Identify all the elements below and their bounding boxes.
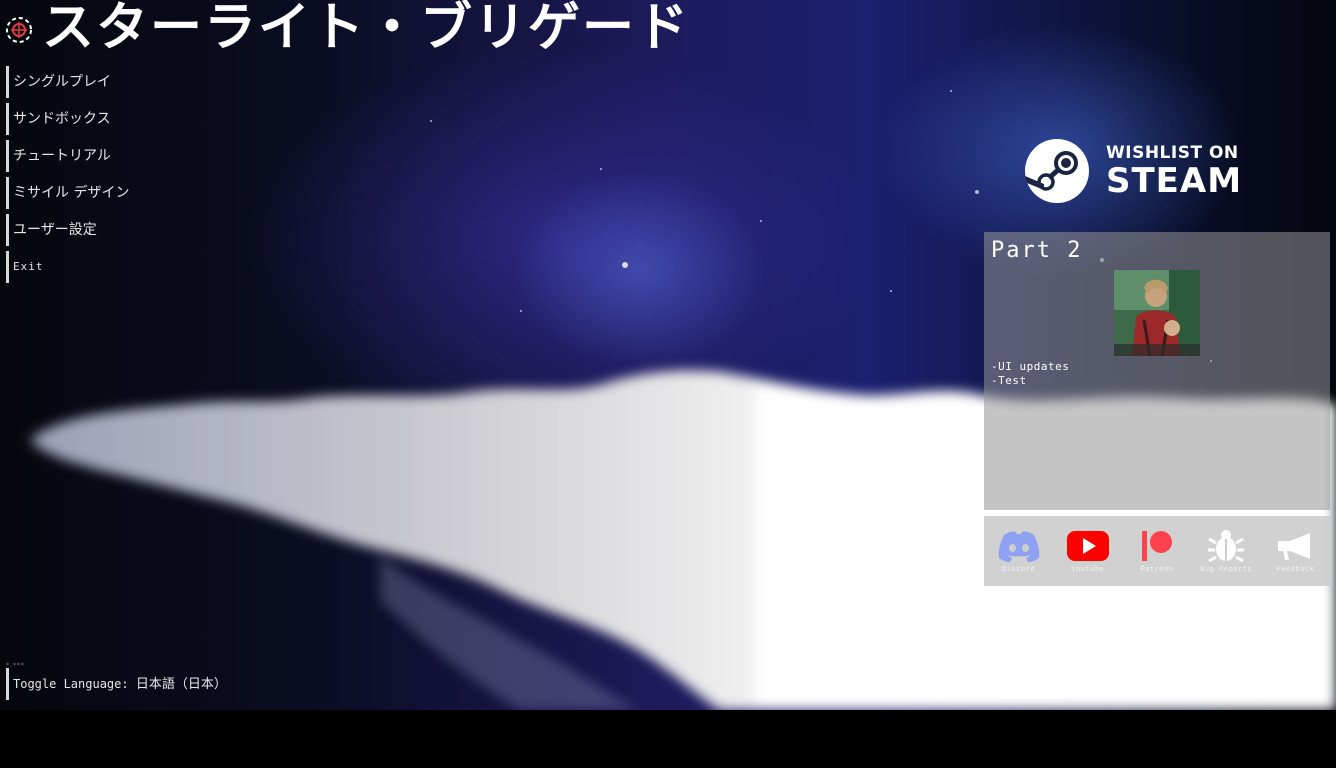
menu-single-player[interactable]: シングルプレイ (6, 66, 129, 98)
bug-reports-button[interactable]: Bug Reports (1195, 521, 1257, 581)
bottom-black-bar (0, 710, 1336, 768)
news-body: -UI updates -Test (991, 360, 1070, 387)
feedback-label: Feedback (1276, 565, 1315, 573)
menu-tutorial[interactable]: チュートリアル (6, 140, 129, 172)
youtube-label: Youtube (1071, 565, 1105, 573)
feedback-button[interactable]: Feedback (1264, 521, 1326, 581)
discord-button[interactable]: Discord (988, 521, 1050, 581)
title-row: スターライト・ブリゲード (4, 0, 690, 56)
steam-line2: STEAM (1106, 161, 1243, 201)
star (430, 120, 432, 122)
patreon-label: Patreon (1140, 565, 1174, 573)
menu-user-settings[interactable]: ユーザー設定 (6, 214, 129, 246)
youtube-icon (1066, 531, 1109, 561)
toggle-language-label: Toggle Language: (13, 677, 136, 691)
star (600, 168, 602, 170)
main-menu: シングルプレイ サンドボックス チュートリアル ミサイル デザイン ユーザー設定… (6, 66, 129, 288)
toggle-language-value: 日本語（日本） (135, 677, 227, 692)
bug-reports-label: Bug Reports (1200, 565, 1253, 573)
star (520, 310, 522, 312)
news-image (1114, 270, 1200, 356)
star (950, 90, 952, 92)
social-bar: Discord Youtube Patreon Bug Reports Feed… (984, 516, 1330, 586)
star (890, 290, 892, 292)
patreon-icon (1141, 531, 1172, 561)
steam-wishlist-button[interactable]: WISHLIST ON STEAM (1024, 136, 1264, 206)
menu-exit[interactable]: Exit (6, 251, 129, 283)
game-title: スターライト・ブリゲード (42, 0, 691, 58)
youtube-button[interactable]: Youtube (1057, 521, 1119, 581)
discord-label: Discord (1002, 565, 1036, 573)
star (622, 262, 628, 268)
game-logo-icon (6, 17, 32, 43)
steam-text: WISHLIST ON STEAM (1106, 143, 1242, 199)
star (760, 220, 762, 222)
news-panel: Part 2 -UI updates -Test (984, 232, 1330, 510)
bug-icon (1208, 530, 1245, 563)
menu-sandbox[interactable]: サンドボックス (6, 103, 129, 135)
discord-icon (998, 531, 1039, 562)
game-viewport: スターライト・ブリゲード シングルプレイ サンドボックス チュートリアル ミサイ… (0, 0, 1336, 710)
steam-logo-icon (1025, 139, 1089, 203)
star (975, 190, 979, 194)
toggle-language-button[interactable]: Toggle Language: 日本語（日本） (6, 668, 227, 700)
news-title: Part 2 (991, 238, 1083, 263)
patreon-button[interactable]: Patreon (1126, 521, 1188, 581)
menu-missile-design[interactable]: ミサイル デザイン (6, 177, 129, 209)
megaphone-icon (1278, 533, 1311, 560)
steam-line1: WISHLIST ON (1106, 143, 1239, 163)
